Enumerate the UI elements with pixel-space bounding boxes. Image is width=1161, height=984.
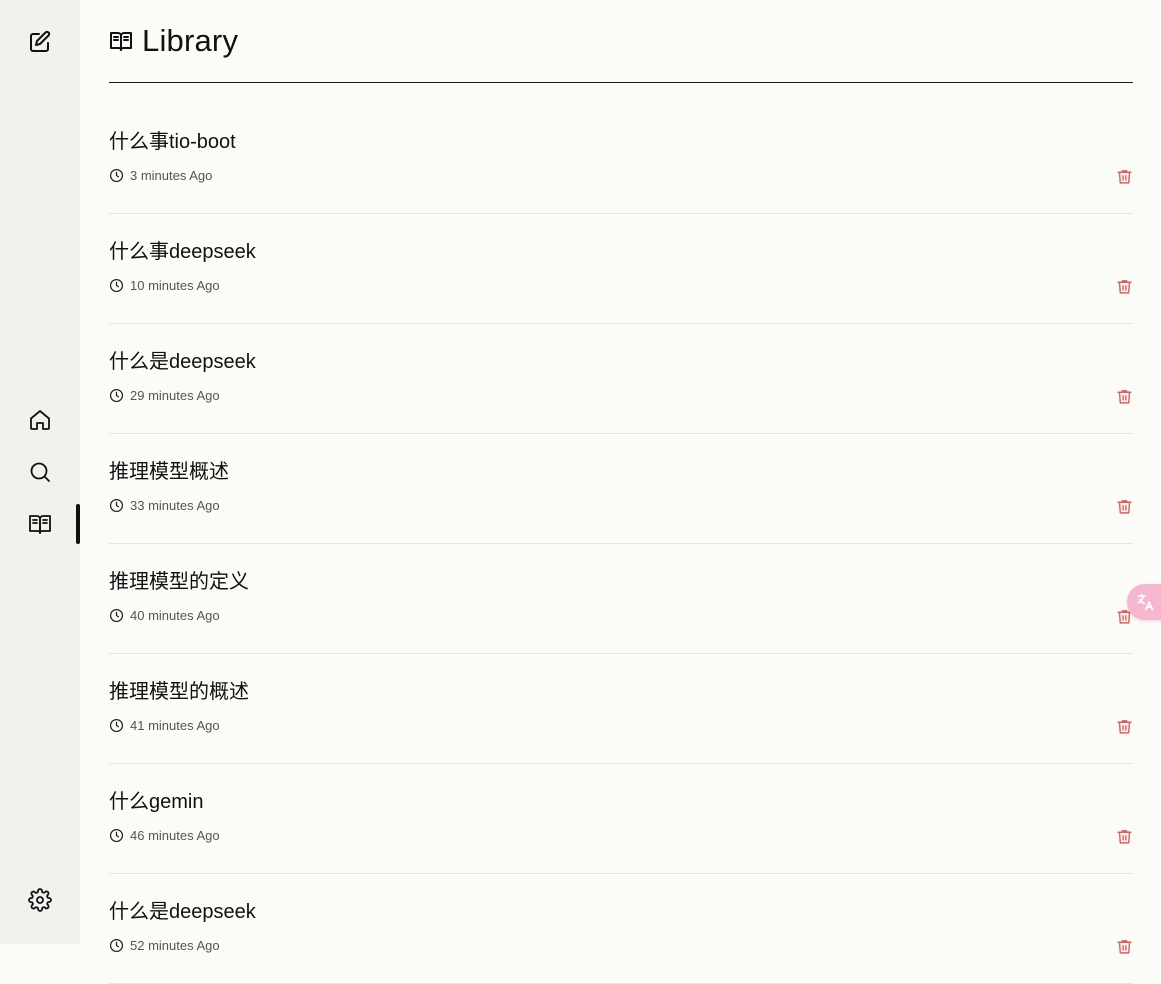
trash-icon (1116, 279, 1132, 294)
item-timestamp: 46 minutes Ago (109, 828, 220, 843)
delete-button[interactable] (1115, 276, 1133, 296)
delete-button[interactable] (1115, 496, 1133, 516)
item-time-label: 46 minutes Ago (130, 828, 220, 843)
library-item[interactable]: 推理模型的定义 40 minutes Ago (109, 544, 1133, 654)
item-timestamp: 40 minutes Ago (109, 608, 220, 623)
clock-icon (109, 498, 124, 513)
item-title[interactable]: 什么是deepseek (109, 345, 256, 374)
trash-icon (1116, 389, 1132, 404)
library-item[interactable]: 推理模型的概述 41 minutes Ago (109, 654, 1133, 764)
clock-icon (109, 388, 124, 403)
clock-icon (109, 278, 124, 293)
home-button[interactable] (24, 404, 56, 436)
item-time-label: 29 minutes Ago (130, 388, 220, 403)
main-content: Library 什么事tio-boot 3 minutes Ago 什么事deeps… (109, 0, 1133, 984)
delete-button[interactable] (1115, 936, 1133, 956)
translate-icon (1137, 593, 1154, 611)
item-title[interactable]: 什么gemin (109, 785, 203, 814)
library-item[interactable]: 什么事tio-boot 3 minutes Ago (109, 104, 1133, 214)
clock-icon (109, 828, 124, 843)
item-time-label: 40 minutes Ago (130, 608, 220, 623)
item-timestamp: 33 minutes Ago (109, 498, 220, 513)
clock-icon (109, 718, 124, 733)
trash-icon (1116, 719, 1132, 734)
item-time-label: 3 minutes Ago (130, 168, 213, 183)
delete-button[interactable] (1115, 716, 1133, 736)
delete-button[interactable] (1115, 826, 1133, 846)
item-time-label: 52 minutes Ago (130, 938, 220, 953)
library-item[interactable]: 推理模型概述 33 minutes Ago (109, 434, 1133, 544)
item-time-label: 33 minutes Ago (130, 498, 220, 513)
item-time-label: 10 minutes Ago (130, 278, 220, 293)
settings-button[interactable] (24, 884, 56, 916)
item-title[interactable]: 什么事tio-boot (109, 125, 236, 154)
item-title[interactable]: 什么事deepseek (109, 235, 256, 264)
book-open-icon (110, 32, 132, 51)
delete-button[interactable] (1115, 386, 1133, 406)
translate-button[interactable] (1127, 584, 1161, 620)
item-timestamp: 41 minutes Ago (109, 718, 220, 733)
page-header: Library (109, 20, 238, 62)
active-indicator (76, 504, 80, 544)
library-item[interactable]: 什么gemin 46 minutes Ago (109, 764, 1133, 874)
item-title[interactable]: 推理模型的定义 (109, 565, 249, 594)
library-list: 什么事tio-boot 3 minutes Ago 什么事deepseek 10 mi… (109, 104, 1133, 984)
library-item[interactable]: 什么是deepseek 29 minutes Ago (109, 324, 1133, 434)
item-title[interactable]: 推理模型的概述 (109, 675, 249, 704)
clock-icon (109, 938, 124, 953)
clock-icon (109, 608, 124, 623)
header-divider (109, 82, 1133, 83)
home-icon (30, 410, 50, 430)
clock-icon (109, 168, 124, 183)
library-item[interactable]: 什么是deepseek 52 minutes Ago (109, 874, 1133, 984)
edit-icon (30, 30, 51, 52)
delete-button[interactable] (1115, 166, 1133, 186)
item-timestamp: 52 minutes Ago (109, 938, 220, 953)
trash-icon (1116, 499, 1132, 514)
trash-icon (1116, 829, 1132, 844)
item-title[interactable]: 推理模型概述 (109, 455, 229, 484)
library-item[interactable]: 什么事deepseek 10 minutes Ago (109, 214, 1133, 324)
page-title: Library (142, 23, 239, 58)
trash-icon (1116, 169, 1132, 184)
book-open-icon (29, 515, 51, 534)
sidebar (0, 0, 80, 944)
gear-icon (28, 888, 52, 912)
item-timestamp: 29 minutes Ago (109, 388, 220, 403)
trash-icon (1116, 939, 1132, 954)
item-title[interactable]: 什么是deepseek (109, 895, 256, 924)
item-timestamp: 10 minutes Ago (109, 278, 220, 293)
search-icon (30, 462, 50, 482)
search-button[interactable] (24, 456, 56, 488)
item-timestamp: 3 minutes Ago (109, 168, 212, 183)
library-button[interactable] (24, 508, 56, 540)
new-note-button[interactable] (24, 26, 56, 58)
item-time-label: 41 minutes Ago (130, 718, 220, 733)
